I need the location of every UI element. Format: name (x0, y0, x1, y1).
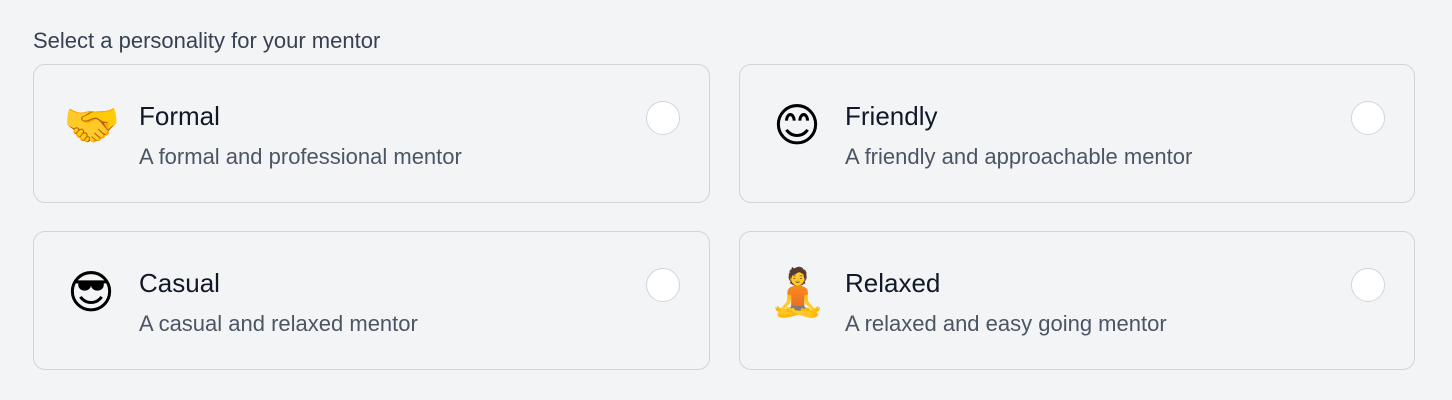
option-title: Friendly (845, 101, 938, 131)
option-card-casual[interactable]: 😎 Casual A casual and relaxed mentor (33, 231, 710, 370)
personality-options: 🤝 Formal A formal and professional mento… (33, 64, 1415, 370)
option-description: A casual and relaxed mentor (139, 311, 418, 336)
smiling-face-icon: 😊 (773, 99, 821, 151)
option-radio-formal[interactable] (646, 101, 680, 135)
sunglasses-face-icon: 😎 (67, 266, 115, 318)
option-card-relaxed[interactable]: 🧘 Relaxed A relaxed and easy going mento… (739, 231, 1415, 370)
option-radio-friendly[interactable] (1351, 101, 1385, 135)
option-radio-relaxed[interactable] (1351, 268, 1385, 302)
option-card-friendly[interactable]: 😊 Friendly A friendly and approachable m… (739, 64, 1415, 203)
section-heading: Select a personality for your mentor (33, 28, 381, 53)
meditation-icon: 🧘 (769, 266, 827, 318)
option-title: Formal (139, 101, 220, 131)
option-description: A formal and professional mentor (139, 144, 462, 169)
option-radio-casual[interactable] (646, 268, 680, 302)
option-description: A friendly and approachable mentor (845, 144, 1193, 169)
option-card-formal[interactable]: 🤝 Formal A formal and professional mento… (33, 64, 710, 203)
handshake-icon: 🤝 (63, 99, 121, 151)
option-title: Relaxed (845, 268, 941, 298)
option-description: A relaxed and easy going mentor (845, 311, 1167, 336)
option-title: Casual (139, 268, 220, 298)
